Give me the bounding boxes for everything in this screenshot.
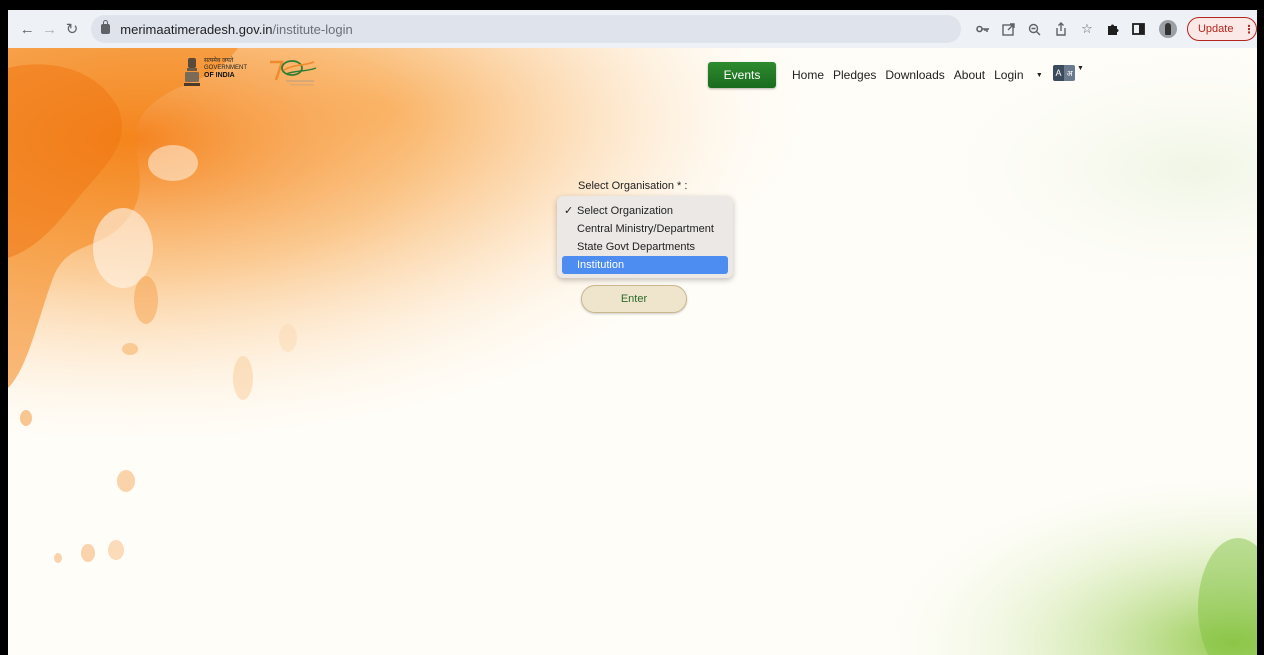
- language-switch-icon[interactable]: A अ: [1053, 63, 1075, 83]
- nav-pledges[interactable]: Pledges: [833, 68, 876, 82]
- browser-toolbar: ← → ↻ merimaatimeradesh.gov.in/institute…: [8, 10, 1257, 48]
- side-panel-icon[interactable]: [1127, 17, 1151, 41]
- top-navigation: Home Pledges Downloads About Login ▼: [792, 68, 1061, 82]
- update-button[interactable]: Update ⋮: [1186, 17, 1257, 41]
- key-icon[interactable]: [971, 17, 995, 41]
- enter-button[interactable]: Enter: [581, 285, 687, 313]
- url-host: merimaatimeradesh.gov.in: [120, 21, 273, 37]
- logo-line-1: सत्यमेव जयते: [204, 58, 234, 64]
- profile-avatar-icon[interactable]: [1158, 20, 1177, 38]
- extensions-puzzle-icon[interactable]: [1101, 17, 1125, 41]
- organisation-dropdown-menu[interactable]: ✓ Select Organization Central Ministry/D…: [557, 196, 733, 278]
- address-bar[interactable]: merimaatimeradesh.gov.in/institute-login: [91, 15, 961, 43]
- lang-english-glyph: A: [1053, 65, 1064, 81]
- bookmark-star-icon[interactable]: ☆: [1075, 17, 1099, 41]
- back-arrow-icon[interactable]: ←: [16, 17, 38, 41]
- dropdown-option-institution[interactable]: Institution: [562, 256, 728, 274]
- nav-downloads[interactable]: Downloads: [885, 68, 944, 82]
- screen: ← → ↻ merimaatimeradesh.gov.in/institute…: [0, 0, 1264, 655]
- select-organisation-label: Select Organisation * :: [578, 180, 688, 192]
- lang-hindi-glyph: अ: [1064, 65, 1075, 81]
- nav-about[interactable]: About: [954, 68, 985, 82]
- update-label: Update: [1197, 23, 1234, 35]
- nav-login-label: Login: [994, 68, 1024, 82]
- url-path: /institute-login: [272, 21, 353, 37]
- forward-arrow-icon[interactable]: →: [38, 17, 60, 41]
- option-label: Select Organization: [577, 205, 673, 217]
- external-link-icon[interactable]: [997, 17, 1021, 41]
- site-header: सत्यमेव जयते GOVERNMENT OF INDIA Events …: [8, 48, 1257, 108]
- option-label: Institution: [577, 259, 625, 271]
- logo-line-2: GOVERNMENT: [204, 65, 248, 71]
- menu-dots-icon: ⋮: [1243, 23, 1255, 36]
- azadi-ka-amrit-mahotsav-logo[interactable]: [266, 58, 326, 88]
- option-label: Central Ministry/Department: [577, 223, 714, 235]
- dropdown-option-state-govt[interactable]: State Govt Departments: [557, 238, 733, 256]
- checkmark-icon: ✓: [564, 205, 574, 217]
- share-icon[interactable]: [1049, 17, 1073, 41]
- tricolour-watercolor-background: [8, 48, 1257, 655]
- logo-line-3: OF INDIA: [204, 72, 235, 79]
- zoom-icon[interactable]: [1023, 17, 1047, 41]
- national-emblem-icon: [184, 58, 200, 86]
- nav-login[interactable]: Login ▼: [994, 68, 1052, 82]
- login-caret-icon: ▼: [1035, 72, 1043, 80]
- dropdown-option-central-ministry[interactable]: Central Ministry/Department: [557, 220, 733, 238]
- reload-icon[interactable]: ↻: [61, 17, 83, 41]
- events-button[interactable]: Events: [708, 62, 776, 88]
- dropdown-option-select-organization[interactable]: ✓ Select Organization: [557, 202, 733, 220]
- language-caret-icon[interactable]: ▼: [1077, 65, 1084, 72]
- government-of-india-logo[interactable]: सत्यमेव जयते GOVERNMENT OF INDIA: [204, 58, 247, 79]
- page-viewport: सत्यमेव जयते GOVERNMENT OF INDIA Events …: [8, 48, 1257, 655]
- option-label: State Govt Departments: [577, 241, 695, 253]
- lock-icon: [101, 20, 111, 34]
- nav-home[interactable]: Home: [792, 68, 824, 82]
